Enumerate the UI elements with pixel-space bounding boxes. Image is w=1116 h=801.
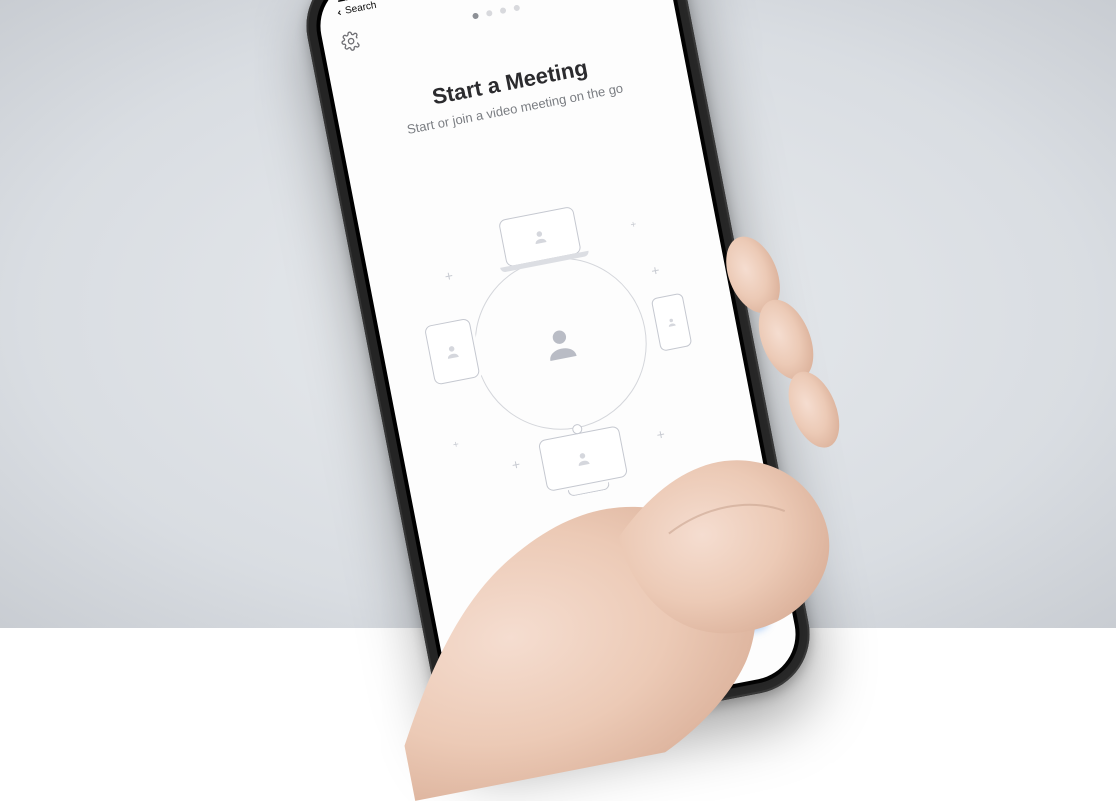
sparkle-icon: + [650,263,661,278]
pager-dot[interactable] [513,4,520,11]
pager-dot[interactable] [472,12,479,19]
join-meeting-button[interactable]: Join a Meeting [463,581,770,684]
gear-icon [339,29,362,52]
tablet-icon [424,318,481,386]
sparkle-icon: + [511,457,522,472]
user-avatar-icon [537,320,584,367]
laptop-icon [498,206,582,268]
sparkle-icon: + [655,427,666,442]
sparkle-icon: + [630,220,638,231]
meeting-devices-illustration: + + + + + + [414,197,707,490]
join-meeting-label: Join a Meeting [564,614,669,651]
pager-dot[interactable] [486,10,493,17]
pager-dot[interactable] [500,7,507,14]
room-display-icon [538,425,628,492]
onboarding-pager[interactable] [472,4,520,19]
phone-device-icon [651,293,693,352]
sparkle-icon: + [452,440,460,451]
settings-button[interactable] [339,29,362,52]
chevron-left-icon [335,8,344,17]
sparkle-icon: + [443,268,454,283]
